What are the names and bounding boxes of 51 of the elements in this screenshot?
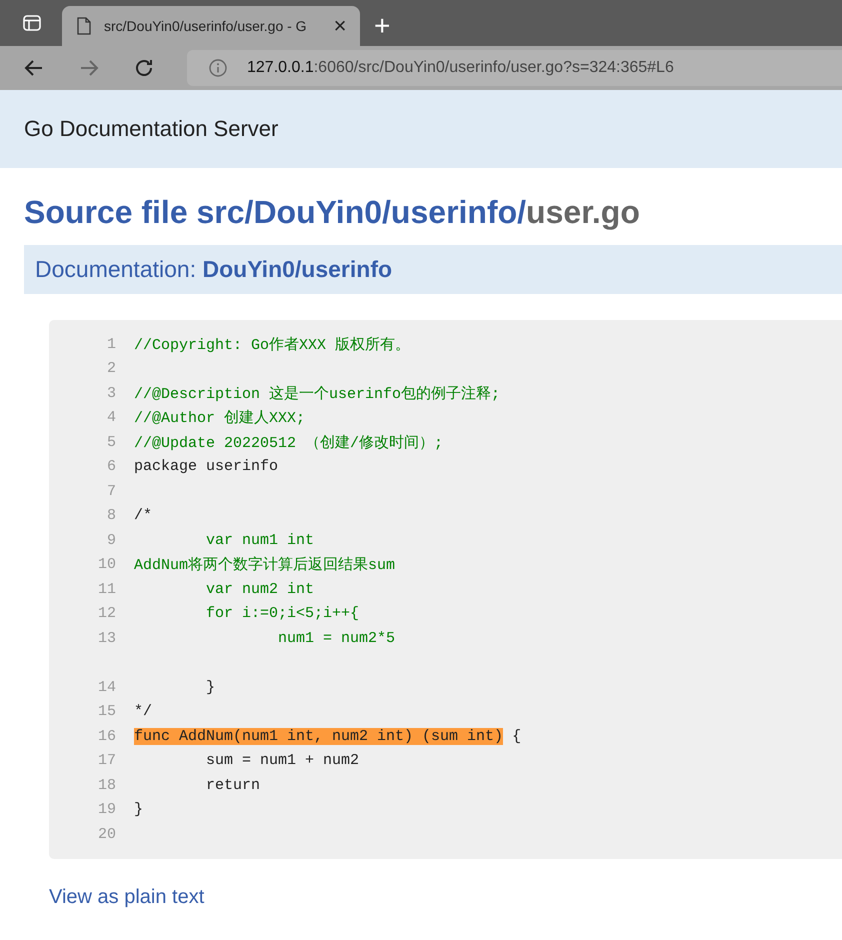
line-number: 15: [98, 703, 116, 720]
code-line: //Copyright: Go作者XXX 版权所有。: [134, 336, 410, 354]
line-number: 1: [106, 336, 116, 353]
line-number: 14: [98, 678, 116, 696]
url-text: 127.0.0.1:6060/src/DouYin0/userinfo/user.go?s=324:365#L6: [247, 59, 674, 77]
code-line: for i:=0;i<5;i++{: [205, 605, 360, 622]
documentation-heading: Documentation: DouYin0/userinfo: [35, 256, 392, 283]
code-line: }: [134, 801, 144, 818]
line-number: 12: [98, 605, 116, 622]
address-bar[interactable]: 127.0.0.1:6060/src/DouYin0/userinfo/user.go?s=324:365#L6: [187, 50, 842, 86]
browser-tab[interactable]: src/DouYin0/userinfo/user.go - G ×: [62, 6, 360, 46]
sidebar-icon[interactable]: [22, 13, 42, 33]
page-icon: [76, 17, 92, 35]
line-number: 7: [106, 482, 116, 500]
code-line: AddNum将两个数字计算后返回结果sum: [134, 555, 396, 574]
line-number: 5: [106, 434, 116, 451]
code-line: num1 = num2*5: [277, 630, 396, 647]
info-icon[interactable]: [208, 58, 228, 78]
code-line: //@Description 这是一个userinfo包的例子注释;: [134, 384, 500, 403]
code-line: //@Update 20220512 （创建/修改时间）;: [134, 434, 444, 452]
code-line: }: [205, 678, 216, 696]
code-line: return: [205, 776, 260, 794]
line-number: 4: [106, 409, 116, 426]
line-number: 20: [98, 826, 116, 843]
page-title: Source file src/DouYin0/userinfo/user.go: [24, 194, 641, 231]
line-number: 17: [98, 752, 116, 770]
line-number: 10: [98, 556, 116, 574]
line-number: 19: [98, 801, 116, 818]
plain-text-link[interactable]: View as plain text: [49, 886, 204, 908]
line-number: 6: [106, 458, 116, 476]
code-line: //@Author 创建人XXX;: [134, 408, 306, 428]
code-line: func AddNum(num1 int, num2 int) (sum int) {: [134, 728, 522, 745]
close-icon[interactable]: ×: [330, 13, 350, 39]
code-line: var num1 int: [205, 532, 314, 549]
code-line: package userinfo: [134, 458, 278, 476]
line-number: 9: [106, 532, 116, 549]
line-number: 18: [98, 776, 116, 794]
line-number: 16: [98, 728, 116, 745]
package-link[interactable]: DouYin0/userinfo: [202, 256, 392, 282]
line-number: 3: [106, 384, 116, 402]
code-line: var num2 int: [205, 580, 314, 598]
tab-title: src/DouYin0/userinfo/user.go - G: [104, 18, 308, 34]
code-line: /*: [134, 507, 152, 524]
line-number: 11: [98, 580, 116, 598]
site-title[interactable]: Go Documentation Server: [24, 116, 278, 142]
new-tab-button[interactable]: +: [374, 12, 390, 40]
code-line: */: [134, 703, 152, 720]
line-number: 13: [98, 630, 116, 647]
line-number: 8: [106, 507, 116, 524]
line-number: 2: [106, 360, 116, 378]
code-line: sum = num1 + num2: [205, 752, 360, 770]
